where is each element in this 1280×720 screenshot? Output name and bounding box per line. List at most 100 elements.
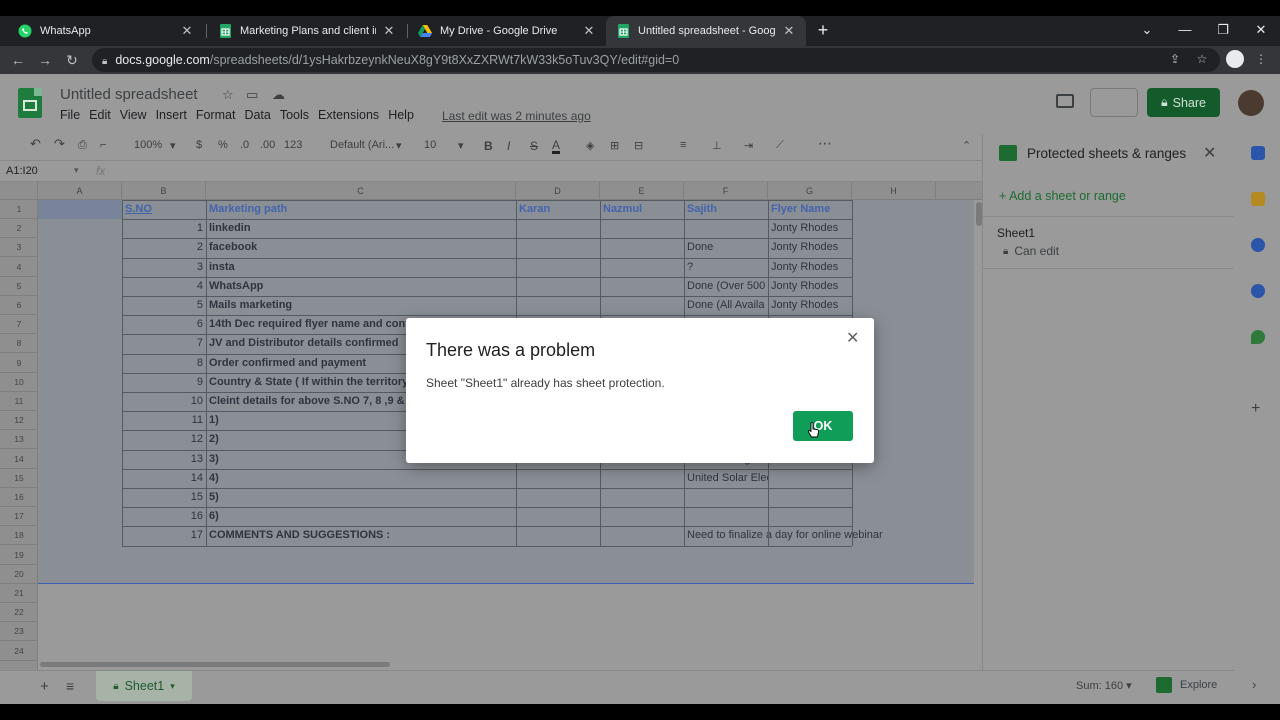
name-box[interactable]: A1:I20	[6, 165, 38, 177]
text-rotation-icon[interactable]: ⟋	[776, 139, 784, 152]
move-folder-icon[interactable]: ▭	[246, 87, 258, 103]
menu-insert[interactable]: Insert	[156, 108, 187, 122]
decrease-decimal-button[interactable]: .0	[240, 139, 249, 151]
row-header[interactable]: 7	[0, 315, 38, 335]
close-tab-icon[interactable]: ✕	[180, 23, 194, 39]
row-header[interactable]: 16	[0, 488, 38, 507]
row-header[interactable]: 4	[0, 258, 38, 277]
column-header[interactable]: B	[122, 182, 206, 200]
strikethrough-icon[interactable]: S	[530, 139, 538, 153]
add-sheet-icon[interactable]: +	[40, 678, 49, 695]
horizontal-scrollbar[interactable]	[40, 662, 390, 667]
tab-untitled-spreadsheet[interactable]: Untitled spreadsheet - Google Sh ✕	[606, 16, 806, 46]
row-header[interactable]: 24	[0, 642, 38, 661]
tab-whatsapp[interactable]: WhatsApp ✕	[8, 16, 204, 46]
doc-title[interactable]: Untitled spreadsheet	[60, 86, 198, 103]
row-header[interactable]: 13	[0, 430, 38, 450]
column-header[interactable]: H	[852, 182, 936, 200]
comment-history-icon[interactable]	[1056, 94, 1074, 108]
column-header[interactable]: C	[206, 182, 516, 200]
present-button[interactable]	[1090, 88, 1138, 117]
chevron-right-icon[interactable]: ›	[1252, 677, 1256, 692]
protected-sheet-name[interactable]: Sheet1	[997, 226, 1035, 240]
profile-avatar[interactable]	[1226, 50, 1244, 68]
share-button[interactable]: 🔒︎ Share	[1147, 88, 1220, 117]
row-header[interactable]: 5	[0, 277, 38, 296]
row-header[interactable]: 18	[0, 526, 38, 546]
reload-icon[interactable]: ↻	[62, 50, 82, 70]
redo-icon[interactable]: ↷	[54, 136, 65, 152]
row-header[interactable]: 17	[0, 507, 38, 527]
merge-cells-icon[interactable]: ⊟	[634, 139, 643, 152]
fill-color-icon[interactable]: ◈	[586, 139, 594, 152]
close-window-button[interactable]: ✕	[1248, 18, 1274, 42]
column-header[interactable]: E	[600, 182, 684, 200]
keep-icon[interactable]	[1251, 192, 1265, 206]
font-size-select[interactable]: 10	[424, 139, 436, 151]
new-tab-button[interactable]: +	[812, 16, 834, 44]
column-header[interactable]: F	[684, 182, 768, 200]
add-app-icon[interactable]: +	[1251, 400, 1260, 418]
cloud-status-icon[interactable]: ☁	[272, 87, 285, 103]
maximize-button[interactable]: ❐	[1210, 18, 1236, 42]
close-tab-icon[interactable]: ✕	[582, 23, 596, 39]
column-header[interactable]: G	[768, 182, 852, 200]
menu-format[interactable]: Format	[196, 108, 236, 122]
zoom-select[interactable]: 100%	[134, 139, 162, 151]
column-header[interactable]: D	[516, 182, 600, 200]
menu-help[interactable]: Help	[388, 108, 414, 122]
paint-format-icon[interactable]: ⌐	[100, 139, 106, 151]
back-arrow-icon[interactable]: ←	[8, 50, 28, 70]
last-edit-link[interactable]: Last edit was 2 minutes ago	[442, 109, 591, 123]
row-header[interactable]: 15	[0, 469, 38, 488]
select-all-corner[interactable]	[0, 182, 38, 200]
tab-my-drive[interactable]: My Drive - Google Drive ✕	[408, 16, 606, 46]
tab-search-icon[interactable]: ⌄	[1134, 18, 1160, 42]
sheet-tab-sheet1[interactable]: 🔒︎ Sheet1 ▾	[96, 671, 192, 701]
font-select[interactable]: Default (Ari...	[330, 139, 394, 151]
row-header[interactable]: 11	[0, 392, 38, 411]
row-header[interactable]: 1	[0, 200, 38, 219]
column-header[interactable]: A	[38, 182, 122, 200]
active-cell[interactable]	[38, 200, 122, 219]
borders-icon[interactable]: ⊞	[610, 139, 619, 152]
close-icon[interactable]: ✕	[846, 328, 859, 348]
row-header[interactable]: 6	[0, 296, 38, 315]
collapse-toolbar-icon[interactable]: ⌃	[962, 139, 971, 152]
sum-display[interactable]: Sum: 160 ▾	[1076, 679, 1132, 692]
print-icon[interactable]: ⎙	[78, 139, 87, 152]
increase-decimal-button[interactable]: .00	[260, 139, 275, 151]
menu-edit[interactable]: Edit	[89, 108, 111, 122]
maps-icon[interactable]	[1251, 330, 1265, 344]
menu-file[interactable]: File	[60, 108, 80, 122]
row-header[interactable]: 2	[0, 219, 38, 239]
calendar-icon[interactable]	[1251, 146, 1265, 160]
more-menu-icon[interactable]: ⋮	[1252, 50, 1270, 68]
row-header[interactable]: 20	[0, 565, 38, 584]
row-header[interactable]: 10	[0, 373, 38, 392]
currency-format-button[interactable]: $	[196, 139, 202, 151]
menu-extensions[interactable]: Extensions	[318, 108, 379, 122]
all-sheets-icon[interactable]: ≡	[66, 678, 74, 694]
row-header[interactable]: 8	[0, 334, 38, 354]
row-header[interactable]: 23	[0, 622, 38, 642]
star-icon[interactable]: ☆	[222, 87, 234, 103]
text-color-icon[interactable]: A	[552, 139, 561, 154]
menu-view[interactable]: View	[120, 108, 147, 122]
url-input[interactable]: 🔒︎ docs.google.com/spreadsheets/d/1ysHakr…	[92, 48, 1220, 72]
tab-marketing-plans[interactable]: Marketing Plans and client inform ✕	[208, 16, 406, 46]
close-tab-icon[interactable]: ✕	[382, 23, 396, 39]
italic-icon[interactable]: I	[507, 139, 510, 153]
share-page-icon[interactable]: ⇪	[1166, 50, 1184, 68]
close-tab-icon[interactable]: ✕	[782, 23, 796, 39]
row-header[interactable]: 12	[0, 411, 38, 431]
horizontal-align-icon[interactable]: ≡	[680, 139, 686, 151]
row-header[interactable]: 21	[0, 584, 38, 603]
row-header[interactable]: 22	[0, 603, 38, 623]
bookmark-star-icon[interactable]: ☆	[1193, 50, 1211, 68]
add-sheet-or-range-link[interactable]: + Add a sheet or range	[999, 189, 1126, 203]
sheets-logo[interactable]	[18, 88, 42, 118]
percent-format-button[interactable]: %	[218, 139, 228, 151]
forward-arrow-icon[interactable]: →	[35, 50, 55, 70]
bold-icon[interactable]: B	[484, 139, 493, 153]
